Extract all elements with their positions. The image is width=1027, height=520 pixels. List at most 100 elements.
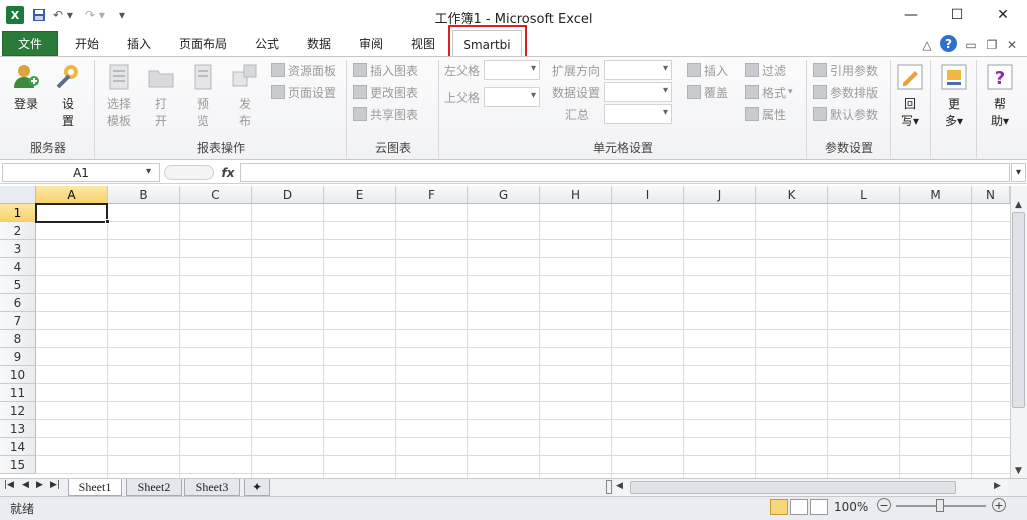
cover-mode-button[interactable]: 覆盖 [687, 82, 728, 102]
formula-input[interactable] [240, 163, 1010, 182]
row-header-8[interactable]: 8 [0, 330, 36, 348]
page-break-view-icon[interactable] [810, 499, 828, 515]
tab-page-layout[interactable]: 页面布局 [172, 32, 234, 54]
sheet-nav-first-icon[interactable]: |◀ [4, 480, 14, 490]
share-chart-button[interactable]: 共享图表 [353, 104, 418, 124]
expand-formula-bar-icon[interactable]: ▾ [1011, 163, 1026, 182]
login-button[interactable]: 登录 [8, 62, 44, 113]
column-header-l[interactable]: L [828, 186, 900, 204]
scroll-right-icon[interactable]: ▶ [994, 481, 1001, 491]
more-button[interactable]: 更 多▾ [936, 62, 972, 130]
name-box-dropdown-icon[interactable]: ▾ [146, 166, 151, 177]
property-button[interactable]: 属性 [745, 104, 786, 124]
row-header-3[interactable]: 3 [0, 240, 36, 258]
row-header-13[interactable]: 13 [0, 420, 36, 438]
expand-direction-select[interactable] [604, 60, 672, 80]
zoom-in-icon[interactable]: + [992, 498, 1006, 512]
format-button[interactable]: 格式 ▾ [745, 82, 793, 102]
sheet-nav-next-icon[interactable]: ▶ [36, 480, 43, 490]
column-header-d[interactable]: D [252, 186, 324, 204]
writeback-button[interactable]: 回 写▾ [894, 62, 926, 130]
insert-sheet-icon[interactable]: ✦ [244, 479, 270, 496]
column-header-m[interactable]: M [900, 186, 972, 204]
row-header-9[interactable]: 9 [0, 348, 36, 366]
tab-formulas[interactable]: 公式 [246, 32, 288, 54]
data-settings-select[interactable] [604, 82, 672, 102]
column-header-e[interactable]: E [324, 186, 396, 204]
insert-function-icon[interactable]: fx [218, 163, 238, 182]
tab-review[interactable]: 审阅 [350, 32, 392, 54]
ref-param-button[interactable]: 引用参数 [813, 60, 878, 80]
workbook-close-icon[interactable]: ✕ [1005, 36, 1019, 54]
workbook-restore-icon[interactable]: ❐ [985, 36, 999, 54]
tab-insert[interactable]: 插入 [118, 32, 160, 54]
tab-file[interactable]: 文件 [2, 31, 58, 56]
column-header-b[interactable]: B [108, 186, 180, 204]
tab-view[interactable]: 视图 [402, 32, 444, 54]
horizontal-scroll-thumb[interactable] [630, 481, 956, 494]
minimize-ribbon-icon[interactable]: △ [920, 36, 934, 54]
row-header-15[interactable]: 15 [0, 456, 36, 474]
change-chart-button[interactable]: 更改图表 [353, 82, 418, 102]
row-header-12[interactable]: 12 [0, 402, 36, 420]
top-parent-select[interactable] [484, 87, 540, 107]
zoom-level[interactable]: 100% [834, 500, 868, 514]
row-header-6[interactable]: 6 [0, 294, 36, 312]
param-layout-button[interactable]: 参数排版 [813, 82, 878, 102]
fill-handle[interactable] [105, 219, 110, 224]
scroll-down-icon[interactable]: ▼ [1011, 464, 1026, 478]
name-box[interactable]: A1 [2, 163, 160, 182]
insert-mode-button[interactable]: 插入 [687, 60, 728, 80]
row-header-14[interactable]: 14 [0, 438, 36, 456]
page-layout-view-icon[interactable] [790, 499, 808, 515]
open-button[interactable]: 打 开 [144, 62, 178, 130]
sheet-tab-sheet2[interactable]: Sheet2 [126, 479, 182, 496]
row-header-1[interactable]: 1 [0, 204, 36, 222]
column-header-g[interactable]: G [468, 186, 540, 204]
column-header-f[interactable]: F [396, 186, 468, 204]
column-header-c[interactable]: C [180, 186, 252, 204]
page-setup-button[interactable]: 页面设置 [271, 82, 336, 102]
row-header-4[interactable]: 4 [0, 258, 36, 276]
summary-select[interactable] [604, 104, 672, 124]
filter-button[interactable]: 过滤 [745, 60, 786, 80]
select-template-button[interactable]: 选择 模板 [100, 62, 138, 130]
row-header-5[interactable]: 5 [0, 276, 36, 294]
scroll-up-icon[interactable]: ▲ [1011, 198, 1026, 212]
active-cell-a1[interactable] [35, 203, 108, 223]
normal-view-icon[interactable] [770, 499, 788, 515]
left-parent-select[interactable] [484, 60, 540, 80]
preview-button[interactable]: 预 览 [186, 62, 220, 130]
help-button[interactable]: ? 帮 助▾ [982, 62, 1018, 130]
sheet-tab-sheet3[interactable]: Sheet3 [184, 479, 240, 496]
tab-split-handle[interactable] [606, 480, 612, 494]
scroll-left-icon[interactable]: ◀ [616, 481, 623, 491]
row-header-2[interactable]: 2 [0, 222, 36, 240]
formula-bar-splitter[interactable] [164, 165, 214, 180]
column-header-h[interactable]: H [540, 186, 612, 204]
tab-home[interactable]: 开始 [66, 32, 108, 54]
publish-button[interactable]: 发 布 [228, 62, 262, 130]
settings-button[interactable]: 设 置 [50, 62, 86, 130]
help-icon[interactable]: ? [940, 35, 957, 52]
insert-chart-button[interactable]: 插入图表 [353, 60, 418, 80]
column-header-j[interactable]: J [684, 186, 756, 204]
sheet-nav-prev-icon[interactable]: ◀ [22, 480, 29, 490]
vertical-scroll-thumb[interactable] [1012, 212, 1025, 408]
minimize-button[interactable]: — [888, 0, 934, 30]
row-header-11[interactable]: 11 [0, 384, 36, 402]
row-header-7[interactable]: 7 [0, 312, 36, 330]
resource-panel-button[interactable]: 资源面板 [271, 60, 336, 80]
column-header-i[interactable]: I [612, 186, 684, 204]
maximize-button[interactable]: ☐ [934, 0, 980, 30]
sheet-tab-sheet1[interactable]: Sheet1 [68, 479, 122, 496]
sheet-nav-last-icon[interactable]: ▶| [50, 480, 60, 490]
default-param-button[interactable]: 默认参数 [813, 104, 878, 124]
tab-data[interactable]: 数据 [298, 32, 340, 54]
select-all-corner[interactable] [0, 186, 36, 204]
zoom-slider-thumb[interactable] [936, 499, 944, 512]
workbook-minimize-icon[interactable]: ▭ [964, 36, 978, 54]
row-header-10[interactable]: 10 [0, 366, 36, 384]
close-button[interactable]: ✕ [980, 0, 1026, 30]
column-header-k[interactable]: K [756, 186, 828, 204]
